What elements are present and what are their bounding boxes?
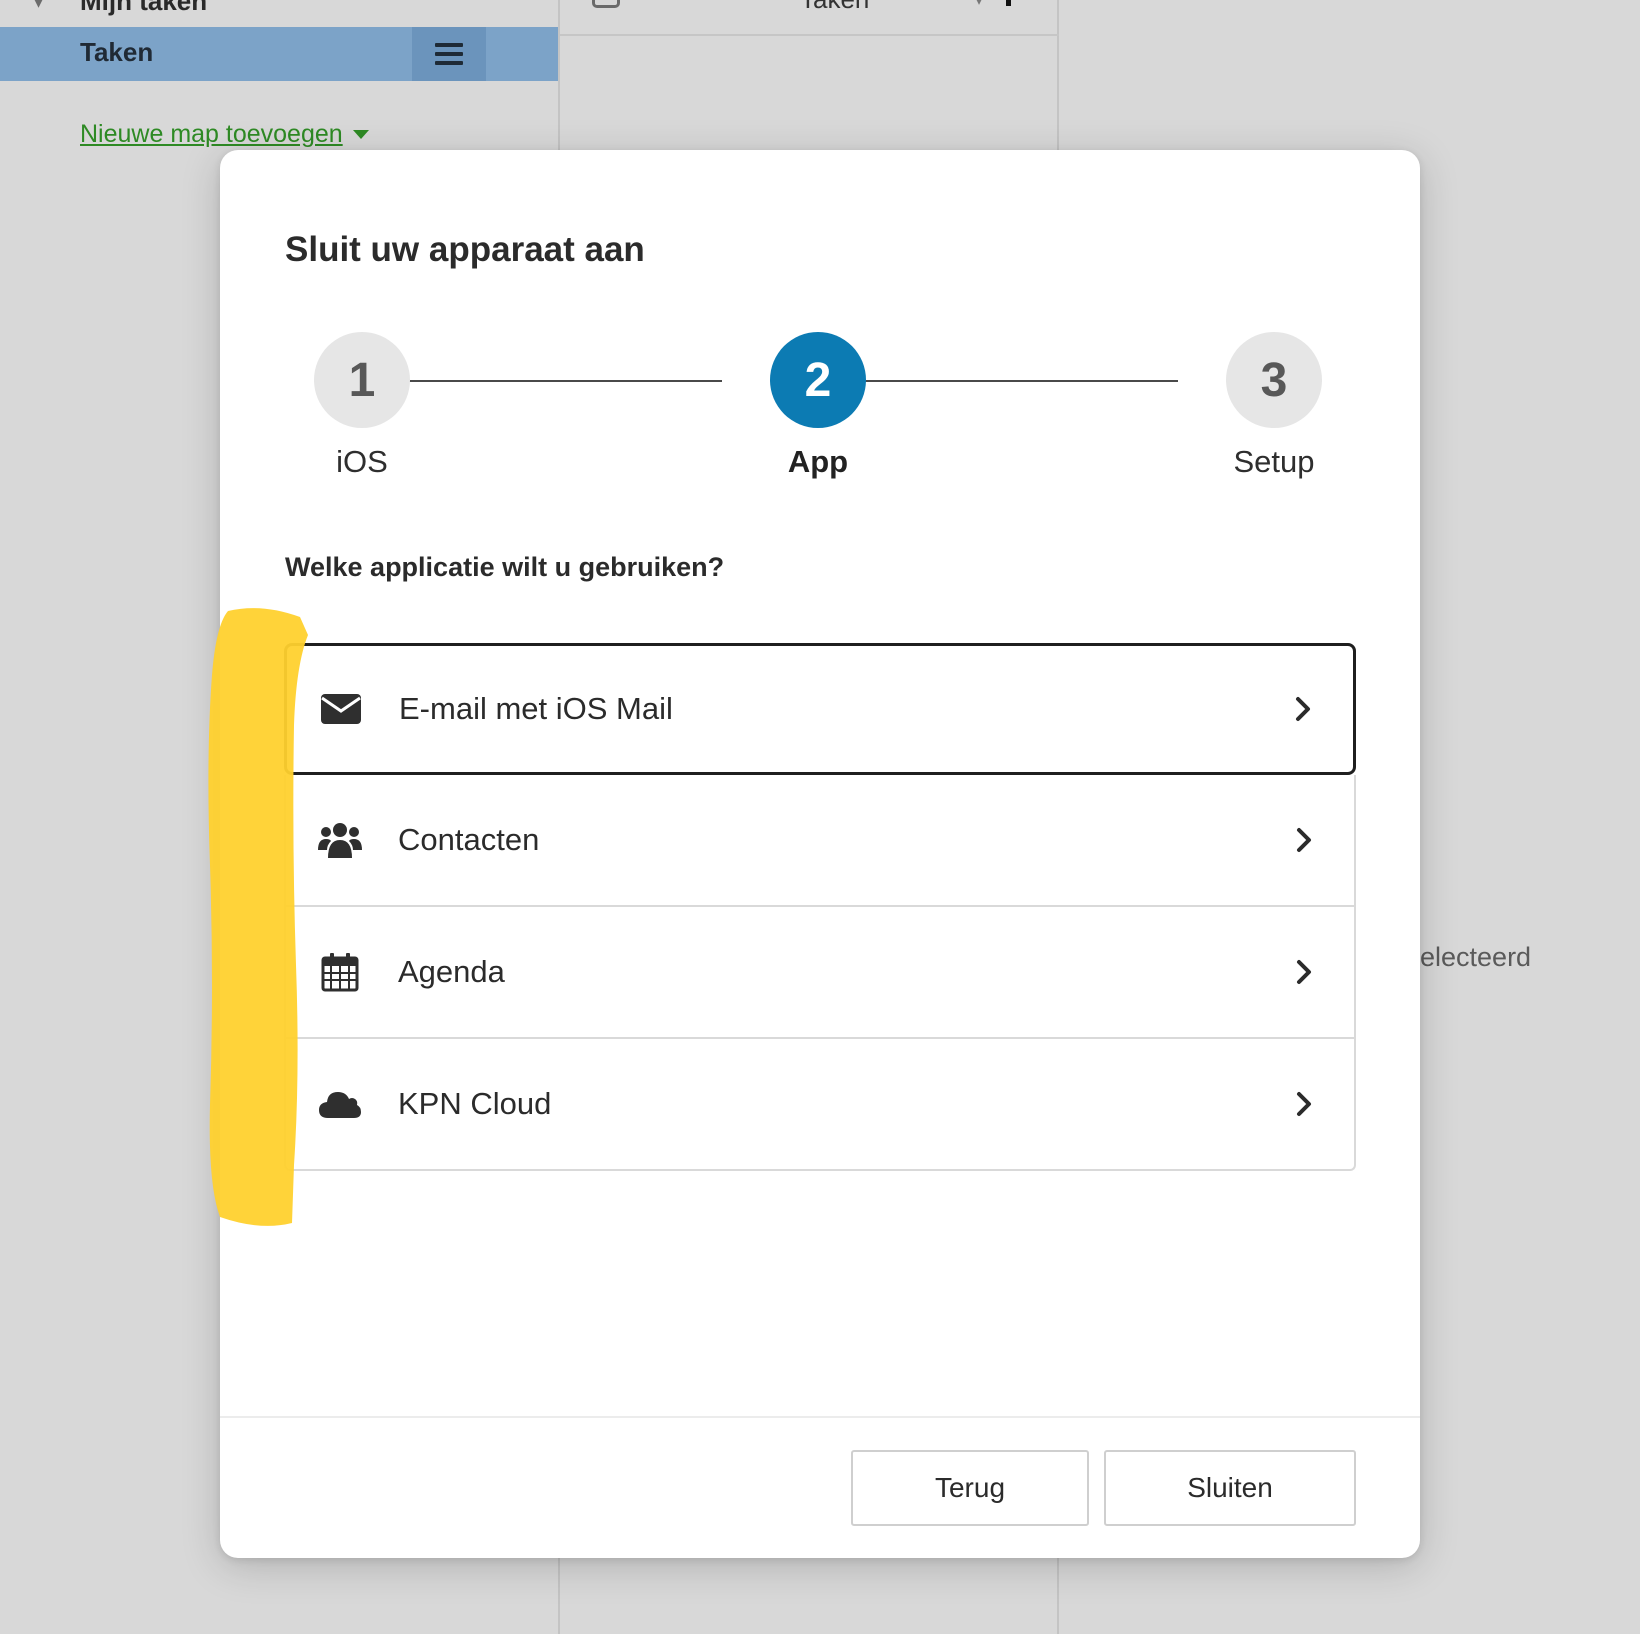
list-column-header[interactable]: Taken: [800, 0, 869, 15]
sort-icon[interactable]: ▾: [975, 0, 983, 10]
hamburger-icon: [435, 43, 463, 65]
app-question: Welke applicatie wilt u gebruiken?: [285, 552, 725, 582]
option-label: E-mail met iOS Mail: [399, 691, 673, 726]
dialog-title: Sluit uw apparaat aan: [285, 230, 645, 269]
close-button[interactable]: Sluiten: [1104, 1450, 1356, 1526]
empty-selection-text: electeerd: [1420, 942, 1532, 972]
select-all-checkbox[interactable]: [592, 0, 620, 8]
envelope-icon: [319, 687, 363, 731]
step-label: iOS: [336, 444, 388, 479]
folder-menu-button[interactable]: [412, 27, 486, 81]
option-label: Contacten: [398, 822, 540, 857]
chevron-right-icon: [1292, 1089, 1316, 1119]
stepper: 1 iOS 2 App 3 Setup: [220, 332, 1420, 502]
chevron-right-icon: [1292, 957, 1316, 987]
column-resize-handle[interactable]: [1006, 0, 1011, 6]
users-icon: [318, 818, 362, 862]
chevron-down-icon[interactable]: ▾: [34, 0, 43, 13]
caret-down-icon: [352, 130, 369, 139]
option-label: KPN Cloud: [398, 1086, 552, 1121]
option-agenda[interactable]: Agenda: [284, 907, 1356, 1039]
new-folder-label: Nieuwe map toevoegen: [80, 120, 343, 148]
step-number: 2: [770, 332, 866, 428]
chevron-right-icon: [1292, 825, 1316, 855]
cloud-icon: [318, 1082, 362, 1126]
option-contacts[interactable]: Contacten: [284, 775, 1356, 907]
list-header-divider: [560, 34, 1059, 36]
app-options-list: E-mail met iOS Mail Contacten Agenda KPN…: [284, 643, 1356, 1171]
stepper-connector: [818, 380, 1178, 382]
step-app: 2 App: [770, 332, 866, 479]
new-folder-link[interactable]: Nieuwe map toevoegen: [80, 120, 369, 149]
calendar-icon: [318, 950, 362, 994]
option-kpn-cloud[interactable]: KPN Cloud: [284, 1039, 1356, 1171]
step-label: Setup: [1233, 444, 1315, 479]
step-number: 1: [314, 332, 410, 428]
back-button[interactable]: Terug: [851, 1450, 1089, 1526]
sidebar-folder-label[interactable]: Mijn taken: [80, 0, 207, 17]
step-ios: 1 iOS: [314, 332, 410, 479]
sidebar-item-label: Taken: [80, 37, 154, 67]
footer-divider: [220, 1416, 1420, 1418]
chevron-right-icon: [1291, 694, 1315, 724]
option-label: Agenda: [398, 954, 505, 989]
step-label: App: [787, 444, 849, 479]
sidebar-item-taken[interactable]: Taken: [0, 27, 558, 81]
connect-device-dialog: Sluit uw apparaat aan 1 iOS 2 App 3 Setu…: [220, 150, 1420, 1558]
app-screen: ▾ Mijn taken Taken ▾ Taken Nieuwe map to…: [0, 0, 1640, 1634]
step-setup: 3 Setup: [1226, 332, 1322, 479]
option-ios-mail[interactable]: E-mail met iOS Mail: [284, 643, 1356, 775]
stepper-connector: [362, 380, 722, 382]
step-number: 3: [1226, 332, 1322, 428]
